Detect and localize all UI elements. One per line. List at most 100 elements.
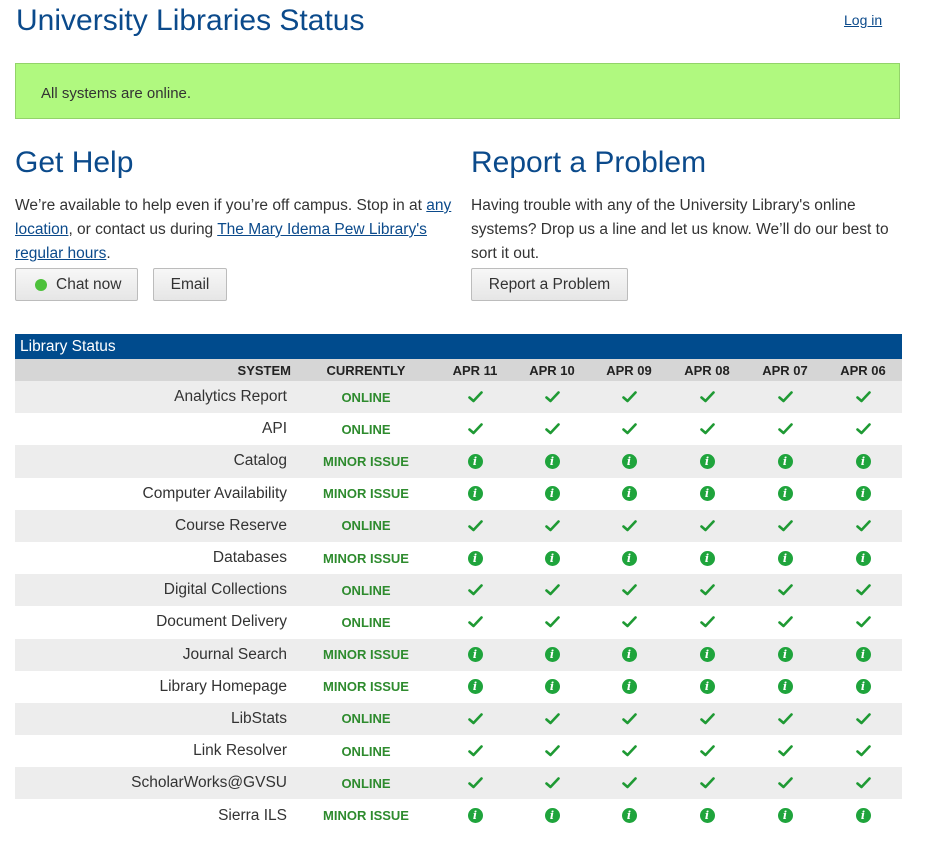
info-icon: i	[621, 453, 637, 469]
info-icon: i	[777, 486, 793, 502]
day-status-cell: i	[522, 478, 582, 510]
day-status-cell: i	[833, 799, 893, 831]
current-status: MINOR ISSUE	[323, 550, 409, 566]
info-icon: i	[621, 486, 637, 502]
current-status: MINOR ISSUE	[323, 486, 409, 502]
day-status-cell	[833, 381, 893, 413]
table-row: LibStats ONLINE	[15, 702, 902, 736]
info-icon: i	[621, 550, 637, 566]
check-icon	[621, 391, 637, 403]
column-header-currently: CURRENTLY	[326, 362, 406, 378]
system-name: ScholarWorks@GVSU	[131, 774, 287, 792]
info-icon: i	[544, 679, 560, 695]
page-title: University Libraries Status	[16, 4, 365, 37]
check-icon	[467, 745, 483, 757]
column-header-day: APR 07	[762, 362, 808, 378]
day-status-cell	[445, 510, 505, 542]
info-icon: i	[621, 808, 637, 824]
email-button[interactable]: Email	[153, 268, 227, 301]
info-icon: i	[855, 453, 871, 469]
chat-online-indicator-icon	[35, 279, 47, 291]
current-status: ONLINE	[341, 389, 391, 405]
info-icon: i	[777, 808, 793, 824]
get-help-text-part: , or contact us during	[68, 221, 218, 238]
day-status-cell: i	[677, 671, 737, 703]
current-status: ONLINE	[341, 614, 391, 630]
day-status-cell	[445, 574, 505, 606]
check-icon	[855, 584, 871, 596]
info-icon: i	[777, 647, 793, 663]
system-name: Library Homepage	[159, 677, 287, 695]
check-icon	[621, 423, 637, 435]
info-icon: i	[855, 679, 871, 695]
day-status-cell	[833, 510, 893, 542]
table-row: Digital Collections ONLINE	[15, 574, 902, 607]
day-status-cell: i	[677, 478, 737, 510]
table-row: Course Reserve ONLINE	[15, 509, 902, 542]
system-name: Course Reserve	[175, 516, 287, 534]
table-row: Computer Availability MINOR ISSUE i i i i i i	[15, 477, 902, 510]
check-icon	[467, 520, 483, 532]
day-status-cell	[833, 735, 893, 767]
info-icon: i	[777, 453, 793, 469]
info-icon: i	[777, 550, 793, 566]
day-status-cell: i	[445, 478, 505, 510]
day-status-cell	[599, 606, 659, 638]
day-status-cell: i	[445, 799, 505, 831]
column-header-day: APR 08	[684, 362, 730, 378]
column-header-day: APR 10	[529, 362, 575, 378]
day-status-cell	[522, 510, 582, 542]
current-status: MINOR ISSUE	[323, 808, 409, 824]
day-status-cell	[522, 574, 582, 606]
day-status-cell: i	[522, 542, 582, 574]
day-status-cell: i	[599, 445, 659, 477]
day-status-cell	[833, 413, 893, 445]
check-icon	[777, 423, 793, 435]
column-header-day: APR 06	[840, 362, 886, 378]
day-status-cell: i	[522, 445, 582, 477]
check-icon	[621, 520, 637, 532]
system-name: Link Resolver	[193, 742, 287, 760]
day-status-cell	[599, 703, 659, 735]
day-status-cell: i	[677, 542, 737, 574]
get-help-text-part: .	[106, 245, 111, 262]
day-status-cell	[755, 735, 815, 767]
check-icon	[855, 616, 871, 628]
chat-now-button[interactable]: Chat now	[15, 268, 138, 301]
day-status-cell	[755, 606, 815, 638]
check-icon	[699, 745, 715, 757]
check-icon	[777, 520, 793, 532]
check-icon	[855, 423, 871, 435]
day-status-cell	[833, 767, 893, 799]
day-status-cell	[833, 703, 893, 735]
system-name: Catalog	[233, 452, 287, 470]
day-status-cell	[677, 574, 737, 606]
day-status-cell	[522, 413, 582, 445]
library-status-table: Library Status SYSTEM CURRENTLY APR 11 A…	[15, 334, 902, 832]
current-status: ONLINE	[341, 421, 391, 437]
info-icon: i	[855, 808, 871, 824]
check-icon	[621, 745, 637, 757]
day-status-cell	[445, 606, 505, 638]
day-status-cell	[445, 735, 505, 767]
table-row: API ONLINE	[15, 413, 902, 446]
login-link[interactable]: Log in	[844, 12, 882, 28]
day-status-cell: i	[755, 478, 815, 510]
day-status-cell	[522, 735, 582, 767]
system-name: Journal Search	[182, 645, 287, 663]
check-icon	[544, 520, 560, 532]
report-problem-button[interactable]: Report a Problem	[471, 268, 628, 301]
info-icon: i	[699, 647, 715, 663]
check-icon	[544, 777, 560, 789]
info-icon: i	[699, 808, 715, 824]
check-icon	[621, 584, 637, 596]
day-status-cell	[677, 735, 737, 767]
info-icon: i	[855, 550, 871, 566]
info-icon: i	[467, 453, 483, 469]
get-help-section: Get Help We’re available to help even if…	[15, 144, 455, 266]
report-problem-text: Having trouble with any of the Universit…	[471, 197, 889, 262]
table-row: Journal Search MINOR ISSUE i i i i i i	[15, 638, 902, 671]
check-icon	[699, 423, 715, 435]
check-icon	[467, 391, 483, 403]
table-row: Analytics Report ONLINE	[15, 381, 902, 414]
